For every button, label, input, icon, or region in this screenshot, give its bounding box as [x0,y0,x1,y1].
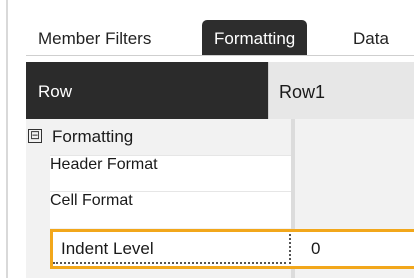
category-label: Formatting [52,127,134,146]
tab-formatting[interactable]: Formatting [202,20,308,56]
property-row-indent-level[interactable]: Indent Level 0 [50,229,414,269]
tab-data[interactable]: Data [353,20,389,56]
focus-dotted-underline [53,262,286,264]
property-grid: Row Row1 ⊟ Formatting Header Format Cell… [26,62,414,278]
selected-item-label: Row [38,82,73,101]
property-row-header-format[interactable]: Header Format [50,155,291,192]
selected-item-value-cell[interactable]: Row1 [268,62,414,119]
tab-member-filters[interactable]: Member Filters [38,20,151,56]
tab-bar: Member Filters Formatting Data [26,20,414,56]
panel-left-border [6,0,8,278]
property-row-cell-format[interactable]: Cell Format [50,191,291,228]
indent-level-input[interactable]: 0 [311,232,320,266]
collapse-icon[interactable]: ⊟ [28,129,42,143]
property-label: Cell Format [50,192,133,209]
property-label: Header Format [50,156,158,173]
focus-dotted-divider [289,234,291,264]
selected-item-label-cell: Row [26,62,268,119]
tab-underline [26,55,414,56]
property-label: Indent Level [61,239,154,258]
category-formatting[interactable]: ⊟ Formatting [26,119,414,155]
selected-item-value: Row1 [279,82,326,102]
